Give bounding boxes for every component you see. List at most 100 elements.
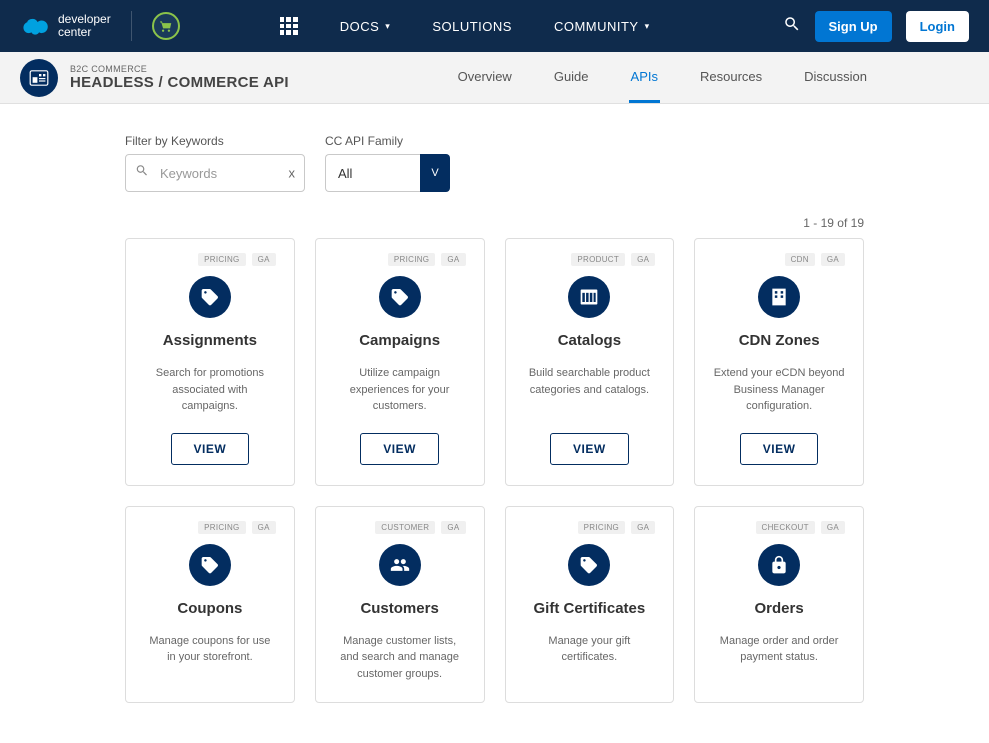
login-button[interactable]: Login <box>906 11 969 42</box>
family-label: CC API Family <box>325 134 450 148</box>
salesforce-cloud-icon <box>20 15 52 37</box>
family-select[interactable]: All V <box>325 154 450 192</box>
status-badge: GA <box>441 521 465 534</box>
lock-icon <box>758 544 800 586</box>
status-badge: GA <box>631 253 655 266</box>
card-title: Coupons <box>144 600 276 617</box>
api-card: CHECKOUT GA Orders Manage order and orde… <box>694 506 864 704</box>
columns-icon <box>568 276 610 318</box>
api-card: CUSTOMER GA Customers Manage customer li… <box>315 506 485 704</box>
clear-icon[interactable]: x <box>289 166 296 181</box>
view-button[interactable]: VIEW <box>360 433 439 465</box>
tag-icon <box>568 544 610 586</box>
card-title: Assignments <box>144 332 276 349</box>
tab-discussion[interactable]: Discussion <box>802 53 869 103</box>
card-description: Manage order and order payment status. <box>713 633 845 683</box>
chevron-down-icon: ▾ <box>645 21 650 32</box>
divider <box>131 11 132 41</box>
keyword-input[interactable] <box>125 154 305 192</box>
tab-guide[interactable]: Guide <box>552 53 591 103</box>
page-title: HEADLESS / COMMERCE API <box>70 74 289 91</box>
api-card: PRICING GA Assignments Search for promot… <box>125 238 295 486</box>
search-icon <box>135 164 149 183</box>
card-description: Manage customer lists, and search and ma… <box>334 633 466 683</box>
card-badges: CDN GA <box>713 253 845 266</box>
card-description: Manage your gift certificates. <box>524 633 656 683</box>
breadcrumb-eyebrow: B2C COMMERCE <box>70 64 289 74</box>
card-description: Build searchable product categories and … <box>524 365 656 415</box>
card-title: Campaigns <box>334 332 466 349</box>
nav-community[interactable]: COMMUNITY▾ <box>554 19 650 34</box>
card-description: Manage coupons for use in your storefron… <box>144 633 276 683</box>
chevron-down-icon: ▾ <box>385 21 390 32</box>
status-badge: GA <box>631 521 655 534</box>
nav-right: Sign Up Login <box>783 11 970 42</box>
api-card: PRICING GA Coupons Manage coupons for us… <box>125 506 295 704</box>
family-filter: CC API Family All V <box>325 134 450 192</box>
tag-icon <box>189 544 231 586</box>
card-badges: PRICING GA <box>334 253 466 266</box>
apps-grid-icon[interactable] <box>280 17 298 35</box>
card-badges: CHECKOUT GA <box>713 521 845 534</box>
api-card: PRODUCT GA Catalogs Build searchable pro… <box>505 238 675 486</box>
card-title: Customers <box>334 600 466 617</box>
api-grid: PRICING GA Assignments Search for promot… <box>125 238 864 703</box>
family-value: All <box>325 154 420 192</box>
result-count: 1 - 19 of 19 <box>125 216 864 230</box>
category-badge: PRODUCT <box>571 253 625 266</box>
card-title: Gift Certificates <box>524 600 656 617</box>
tab-resources[interactable]: Resources <box>698 53 764 103</box>
chevron-down-icon: V <box>420 154 450 192</box>
category-badge: PRICING <box>388 253 435 266</box>
view-button[interactable]: VIEW <box>550 433 629 465</box>
card-badges: PRODUCT GA <box>524 253 656 266</box>
api-card: CDN GA CDN Zones Extend your eCDN beyond… <box>694 238 864 486</box>
category-badge: CHECKOUT <box>756 521 815 534</box>
api-card: PRICING GA Campaigns Utilize campaign ex… <box>315 238 485 486</box>
category-badge: CUSTOMER <box>375 521 435 534</box>
sub-header: B2C COMMERCE HEADLESS / COMMERCE API Ove… <box>0 52 989 104</box>
category-badge: PRICING <box>198 521 245 534</box>
card-badges: CUSTOMER GA <box>334 521 466 534</box>
tab-overview[interactable]: Overview <box>456 53 514 103</box>
keyword-filter: Filter by Keywords x <box>125 134 305 192</box>
tab-apis[interactable]: APIs <box>629 53 660 103</box>
card-title: Orders <box>713 600 845 617</box>
nav-left: developercenter DOCS▾ SOLUTIONS COMMUNIT… <box>20 11 650 41</box>
view-button[interactable]: VIEW <box>740 433 819 465</box>
status-badge: GA <box>821 521 845 534</box>
card-badges: PRICING GA <box>524 521 656 534</box>
card-description: Utilize campaign experiences for your cu… <box>334 365 466 415</box>
signup-button[interactable]: Sign Up <box>815 11 892 42</box>
tag-icon <box>379 276 421 318</box>
card-title: CDN Zones <box>713 332 845 349</box>
keyword-label: Filter by Keywords <box>125 134 305 148</box>
search-icon[interactable] <box>783 15 801 38</box>
content: Filter by Keywords x CC API Family All V… <box>0 104 989 743</box>
card-badges: PRICING GA <box>144 253 276 266</box>
top-nav: developercenter DOCS▾ SOLUTIONS COMMUNIT… <box>0 0 989 52</box>
nav-links: DOCS▾ SOLUTIONS COMMUNITY▾ <box>280 17 650 35</box>
category-badge: CDN <box>785 253 815 266</box>
status-badge: GA <box>252 521 276 534</box>
card-description: Extend your eCDN beyond Business Manager… <box>713 365 845 415</box>
nav-docs[interactable]: DOCS▾ <box>340 19 391 34</box>
brand-logo[interactable]: developercenter <box>20 13 111 39</box>
status-badge: GA <box>821 253 845 266</box>
card-badges: PRICING GA <box>144 521 276 534</box>
status-badge: GA <box>252 253 276 266</box>
tag-icon <box>189 276 231 318</box>
commerce-icon[interactable] <box>152 12 180 40</box>
filters: Filter by Keywords x CC API Family All V <box>125 134 864 192</box>
category-badge: PRICING <box>578 521 625 534</box>
tabs: Overview Guide APIs Resources Discussion <box>456 53 869 103</box>
people-icon <box>379 544 421 586</box>
status-badge: GA <box>441 253 465 266</box>
building-icon <box>758 276 800 318</box>
view-button[interactable]: VIEW <box>171 433 250 465</box>
card-title: Catalogs <box>524 332 656 349</box>
brand-text: developercenter <box>58 13 111 39</box>
card-description: Search for promotions associated with ca… <box>144 365 276 415</box>
api-card: PRICING GA Gift Certificates Manage your… <box>505 506 675 704</box>
nav-solutions[interactable]: SOLUTIONS <box>432 19 512 34</box>
